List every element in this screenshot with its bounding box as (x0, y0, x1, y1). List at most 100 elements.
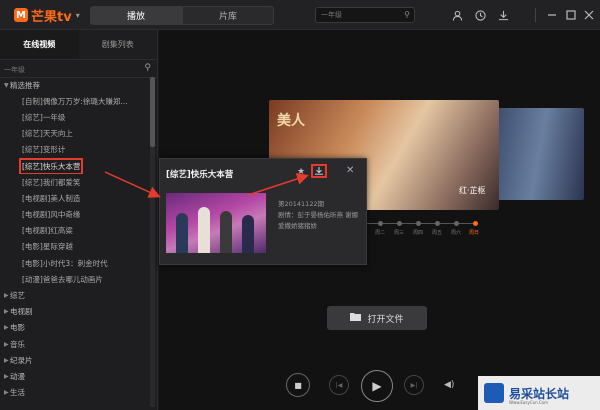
popup-close-button[interactable]: ✕ (346, 165, 354, 176)
tree-item[interactable]: [综艺]变形计 (0, 142, 150, 158)
thumbnail-figure (176, 213, 188, 253)
collapse-arrow-icon[interactable]: ▶ (0, 292, 10, 299)
tree-item[interactable]: [综艺]天天向上 (0, 126, 150, 142)
poster-overlay-text: 美人 (277, 113, 305, 129)
logo-mark-icon: M (14, 8, 28, 22)
week-timeline: 周一 周二 周三 周四 周五 周六 周日 (356, 221, 480, 236)
thumbnail-figure (198, 207, 210, 253)
tree-group-label: 生活 (10, 388, 25, 398)
stop-button[interactable]: ■ (286, 373, 310, 397)
close-icon[interactable] (582, 8, 596, 22)
volume-icon[interactable]: ◀) (444, 380, 454, 390)
tree-item-label: [电视剧]红高粱 (22, 226, 73, 236)
timeline-dot-active[interactable] (473, 221, 478, 226)
minimize-icon[interactable] (545, 8, 559, 22)
watermark-subtitle: Www.EasyCon.Com (509, 400, 549, 405)
timeline-dot[interactable] (378, 221, 383, 226)
scrollbar-thumb[interactable] (150, 77, 155, 147)
poster-caption: 红·芷枢 (459, 186, 486, 195)
sidebar-search-placeholder: 一年级 (4, 65, 25, 74)
tree-item-label: [电视剧]美人制造 (22, 193, 81, 203)
popup-description: 剧情：彭于晏杨佑昕燕 谢娜爱撒娇猪猪娇 (278, 211, 359, 230)
tree-item[interactable]: [动漫]爸爸去哪儿动画片 (0, 271, 150, 287)
tab-online-video[interactable]: 在线视频 (0, 30, 79, 59)
tree-group-label: 纪录片 (10, 355, 33, 365)
tree-item-label: [自制]偶像万万岁:徐璐大赚郑... (22, 96, 128, 106)
timeline-dot[interactable] (397, 221, 402, 226)
timeline-dot[interactable] (416, 221, 421, 226)
next-button[interactable]: ▶| (404, 375, 424, 395)
tab-episode-list[interactable]: 剧集列表 (79, 30, 158, 59)
titlebar-divider (535, 8, 536, 22)
top-search-placeholder: 一年级 (321, 11, 342, 19)
tree-item-label: [综艺]变形计 (22, 145, 66, 155)
collapse-arrow-icon[interactable]: ▶ (0, 341, 10, 348)
timeline-label: 周四 (413, 230, 424, 236)
tab-library[interactable]: 片库 (182, 6, 274, 25)
timeline-dot[interactable] (454, 221, 459, 226)
tree-group-label: 动漫 (10, 371, 25, 381)
popup-title: [综艺]快乐大本营 (166, 170, 234, 180)
thumbnail-figure (242, 215, 254, 253)
tree-item[interactable]: [电视剧]风中奇缘 (0, 207, 150, 223)
tree-item-selected[interactable]: [综艺]快乐大本营 (0, 157, 150, 175)
poster-next[interactable] (494, 108, 584, 200)
maximize-icon[interactable] (564, 8, 578, 22)
search-icon[interactable]: ⚲ (404, 10, 410, 19)
tree-item[interactable]: [综艺]我们都爱笑 (0, 174, 150, 190)
tree-item[interactable]: [电影]星际穿越 (0, 239, 150, 255)
collapse-arrow-icon[interactable]: ▶ (0, 308, 10, 315)
tree-group-tv[interactable]: ▶ 电视剧 (0, 304, 150, 320)
sidebar-scrollbar[interactable] (150, 77, 155, 407)
popup-download-button[interactable] (311, 164, 327, 178)
tree-item[interactable]: [电视剧]红高粱 (0, 223, 150, 239)
app-logo[interactable]: M 芒果tv ▾ (14, 7, 80, 25)
collapse-arrow-icon[interactable]: ▶ (0, 357, 10, 364)
user-icon[interactable] (450, 8, 464, 22)
tree-group-anime[interactable]: ▶ 动漫 (0, 368, 150, 384)
collapse-arrow-icon[interactable]: ▶ (0, 324, 10, 331)
tree-group-variety[interactable]: ▶ 综艺 (0, 287, 150, 303)
previous-button[interactable]: |◀ (329, 375, 349, 395)
site-watermark: 易采站长站 Www.EasyCon.Com (478, 376, 600, 410)
open-file-button[interactable]: 打开文件 (327, 306, 427, 330)
tree-group-music[interactable]: ▶ 音乐 (0, 336, 150, 352)
expand-arrow-icon[interactable]: ▼ (0, 82, 10, 89)
collapse-arrow-icon[interactable]: ▶ (0, 373, 10, 380)
search-icon[interactable]: ⚲ (144, 63, 151, 73)
title-bar: M 芒果tv ▾ 播放 片库 一年级 ⚲ (0, 0, 600, 30)
logo-text: 芒果tv (31, 9, 72, 25)
tree-group-life[interactable]: ▶ 生活 (0, 385, 150, 401)
history-icon[interactable] (473, 8, 487, 22)
tab-play[interactable]: 播放 (90, 6, 182, 25)
tree-group-movie[interactable]: ▶ 电影 (0, 320, 150, 336)
timeline-dot[interactable] (435, 221, 440, 226)
tree-group-documentary[interactable]: ▶ 纪录片 (0, 352, 150, 368)
collapse-arrow-icon[interactable]: ▶ (0, 389, 10, 396)
tree-group-featured[interactable]: ▼ 精选推荐 (0, 77, 150, 93)
timeline-label-active: 周日 (469, 230, 480, 236)
top-search-input[interactable]: 一年级 ⚲ (315, 7, 415, 23)
sidebar-search-input[interactable]: 一年级 ⚲ (0, 62, 157, 78)
star-icon[interactable]: ★ (297, 167, 305, 177)
download-icon[interactable] (496, 8, 510, 22)
tree-item[interactable]: [综艺]一年级 (0, 109, 150, 125)
tree-group-label: 音乐 (10, 339, 25, 349)
tree-item[interactable]: [电视剧]美人制造 (0, 190, 150, 206)
tree-item[interactable]: [电影]小时代3：刺金时代 (0, 255, 150, 271)
timeline-label: 周二 (375, 230, 386, 236)
timeline-label: 周五 (432, 230, 443, 236)
tree-item[interactable]: [自制]偶像万万岁:徐璐大赚郑... (0, 93, 150, 109)
play-button[interactable]: ▶ (361, 370, 393, 402)
watermark-logo (484, 383, 504, 403)
tree-item-label: [综艺]我们都爱笑 (22, 177, 81, 187)
open-file-label: 打开文件 (367, 314, 404, 325)
logo-dropdown-icon[interactable]: ▾ (76, 11, 80, 20)
download-icon (315, 167, 323, 175)
tree-item-label: [综艺]天天向上 (22, 129, 73, 139)
popup-thumbnail[interactable] (166, 193, 266, 253)
tree-item-label: [综艺]快乐大本营 (18, 157, 84, 175)
watermark-title: 易采站长站 (509, 386, 570, 401)
popup-episode: 第20141122期 (278, 200, 325, 208)
tree-group-label: 电视剧 (10, 307, 33, 317)
